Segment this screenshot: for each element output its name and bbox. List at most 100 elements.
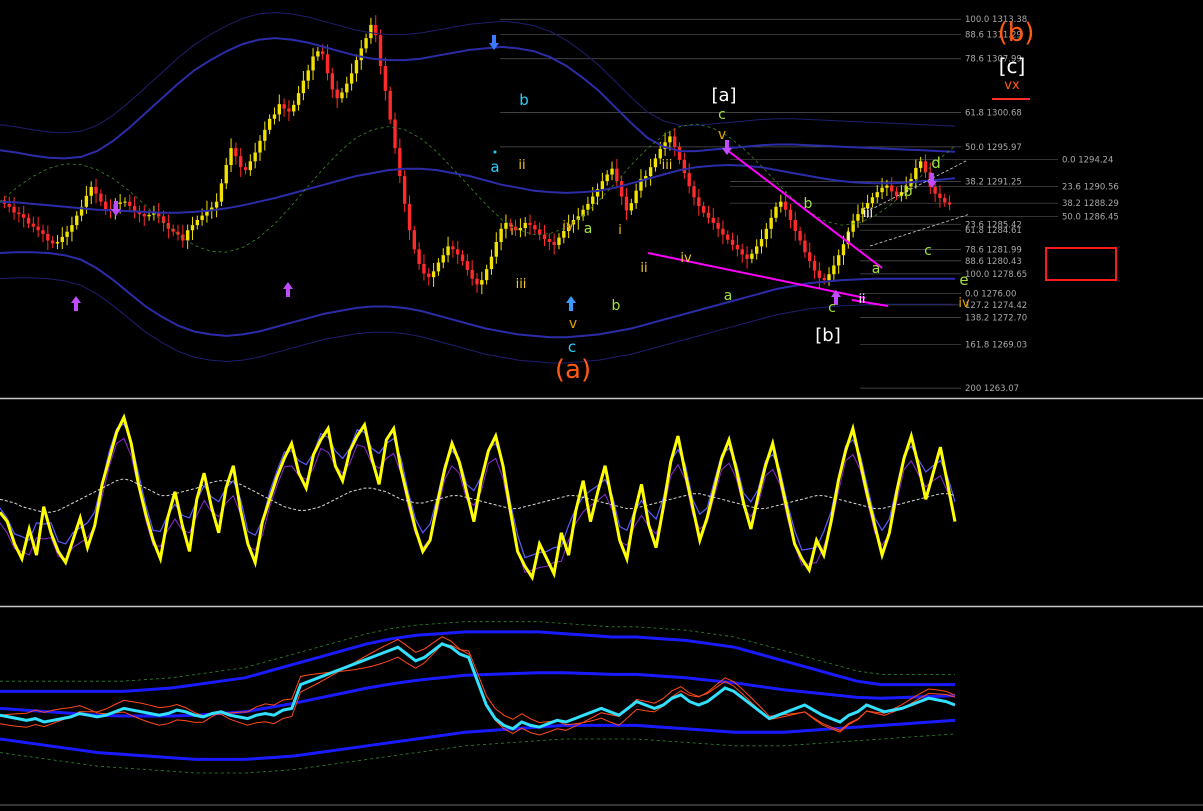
wave-label: a <box>872 261 881 277</box>
candle-body <box>99 193 103 202</box>
candle-body <box>788 209 793 220</box>
candle-body <box>701 206 706 213</box>
wave-label: ii <box>518 158 525 173</box>
candle-body <box>41 230 45 234</box>
candle-body <box>258 140 262 153</box>
wave-label: a <box>584 221 593 237</box>
wave-label: vx <box>1004 78 1020 93</box>
candle-body <box>441 255 445 263</box>
candle-body <box>195 220 199 226</box>
candle-body <box>682 159 687 174</box>
candle-body <box>427 273 431 278</box>
candle-body <box>359 48 363 61</box>
candle-body <box>735 244 740 250</box>
candle-body <box>947 202 952 205</box>
candle-body <box>263 129 267 141</box>
wave-label: b <box>804 196 813 212</box>
candle-body <box>446 246 450 256</box>
candle-body <box>875 192 879 198</box>
wave-label: iii <box>516 277 527 292</box>
candle-body <box>103 201 108 209</box>
candle-body <box>856 214 860 221</box>
candle-body <box>26 217 31 224</box>
candle-body <box>422 264 426 274</box>
candle-body <box>36 226 40 231</box>
candle-body <box>692 186 696 198</box>
fib-level-label: 0.0 1294.24 <box>1062 156 1113 166</box>
candle-body <box>292 104 296 112</box>
wave-label: e <box>959 271 968 289</box>
candle-body <box>50 240 55 244</box>
candle-body <box>586 203 590 210</box>
candle-body <box>783 201 788 210</box>
fib-level-label: 127.2 1274.42 <box>965 301 1027 311</box>
bollinger-upper-line <box>0 37 956 160</box>
candle-body <box>740 249 744 255</box>
wave-label: i <box>510 224 514 239</box>
candle-body <box>147 214 151 217</box>
candle-body <box>320 51 325 55</box>
candle-body <box>282 104 286 109</box>
candle-body <box>402 176 407 204</box>
wave-label: iv <box>680 251 692 266</box>
candle-body <box>325 54 330 74</box>
candle-body <box>272 114 277 119</box>
candle-body <box>817 270 822 278</box>
candle-body <box>94 187 98 194</box>
wave-label: ii <box>859 292 866 306</box>
candle-body <box>200 215 204 220</box>
candle-body <box>118 202 122 204</box>
wave-label: iv <box>562 219 574 234</box>
candle-body <box>383 66 388 91</box>
envelope-dashed-line <box>0 123 956 253</box>
candle-body <box>557 237 561 245</box>
candle-body <box>388 90 392 120</box>
candle-body <box>316 51 320 57</box>
candle-body <box>808 252 812 262</box>
wave-label: a <box>724 288 733 304</box>
chart-canvas: 100.0 1313.3888.6 1311.2978.6 1307.9961.… <box>0 11 1203 806</box>
candle-body <box>600 181 605 190</box>
candle-body <box>369 24 373 39</box>
fib-level-label: 61.8 1300.68 <box>965 108 1022 118</box>
candle-body <box>827 274 831 281</box>
candle-body <box>836 255 841 266</box>
wave-label: v <box>569 316 577 332</box>
candle-body <box>769 217 773 229</box>
candle-body <box>12 206 16 213</box>
candle-body <box>354 60 359 74</box>
candle-body <box>943 198 947 203</box>
candle-body <box>412 230 416 250</box>
candle-body <box>436 262 441 272</box>
oscillator-main-line <box>0 413 957 582</box>
candle-body <box>267 118 272 130</box>
candle-body <box>764 228 769 240</box>
candle-body <box>841 244 846 256</box>
candle-body <box>214 201 219 208</box>
candle-body <box>890 185 894 192</box>
candle-body <box>378 35 383 66</box>
candle-body <box>296 93 301 105</box>
candle-body <box>923 161 928 173</box>
fractal-up-arrow-icon <box>566 296 576 311</box>
candle-body <box>84 195 89 207</box>
candle-body <box>933 187 937 194</box>
candle-body <box>706 212 711 218</box>
wave-label: b <box>519 91 529 109</box>
candle-body <box>470 269 474 279</box>
candle-body <box>301 80 306 94</box>
wave-label: (b) <box>998 18 1035 48</box>
candle-body <box>494 242 498 257</box>
wave-label: iv <box>958 296 970 311</box>
candle-body <box>31 223 36 227</box>
wave-label: d <box>931 154 941 172</box>
candle-body <box>774 206 778 218</box>
candle-body <box>528 222 532 226</box>
candle-body <box>306 70 310 81</box>
bollinger-lower-line <box>0 251 955 339</box>
candle-body <box>552 242 556 245</box>
candle-body <box>745 254 749 259</box>
candle-body <box>793 220 797 231</box>
candle-body <box>398 148 402 176</box>
candle-body <box>687 173 691 187</box>
